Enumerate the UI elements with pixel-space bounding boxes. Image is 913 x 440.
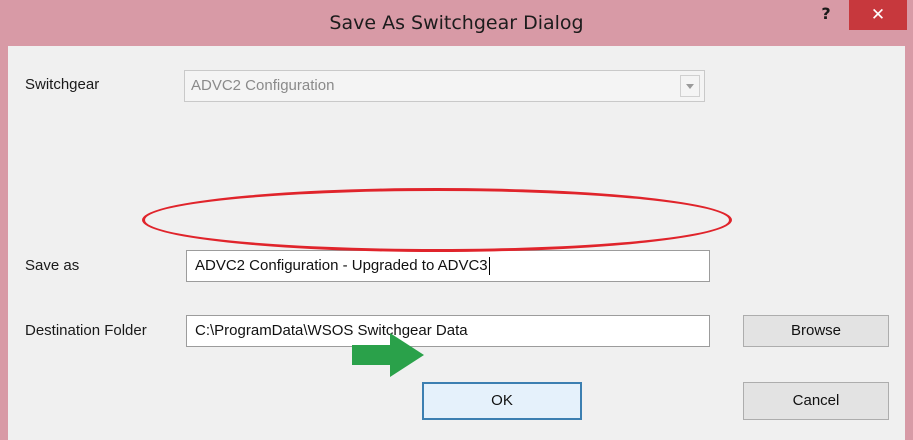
cancel-button[interactable]: Cancel	[743, 382, 889, 420]
browse-button[interactable]: Browse	[743, 315, 889, 347]
close-button[interactable]: ✕	[849, 0, 907, 30]
save-as-label: Save as	[25, 257, 80, 274]
switchgear-select-value: ADVC2 Configuration	[191, 77, 335, 94]
green-arrow-icon	[352, 333, 424, 377]
save-as-input[interactable]: ADVC2 Configuration - Upgraded to ADVC3	[186, 250, 710, 282]
dialog-title: Save As Switchgear Dialog	[329, 12, 584, 34]
help-button[interactable]: ?	[812, 4, 840, 26]
destination-folder-input[interactable]: C:\ProgramData\WSOS Switchgear Data	[186, 315, 710, 347]
text-caret	[488, 257, 490, 276]
switchgear-label: Switchgear	[25, 76, 100, 93]
dialog-body: Switchgear ADVC2 Configuration Save as A…	[8, 46, 905, 440]
save-as-switchgear-dialog: Save As Switchgear Dialog ? ✕ Switchgear…	[0, 0, 913, 440]
save-as-input-value: ADVC2 Configuration - Upgraded to ADVC3	[195, 257, 488, 274]
destination-folder-label: Destination Folder	[25, 322, 147, 339]
chevron-down-icon	[680, 75, 700, 97]
ok-button[interactable]: OK	[422, 382, 582, 420]
title-bar[interactable]: Save As Switchgear Dialog ? ✕	[0, 0, 913, 46]
switchgear-select: ADVC2 Configuration	[184, 70, 705, 102]
